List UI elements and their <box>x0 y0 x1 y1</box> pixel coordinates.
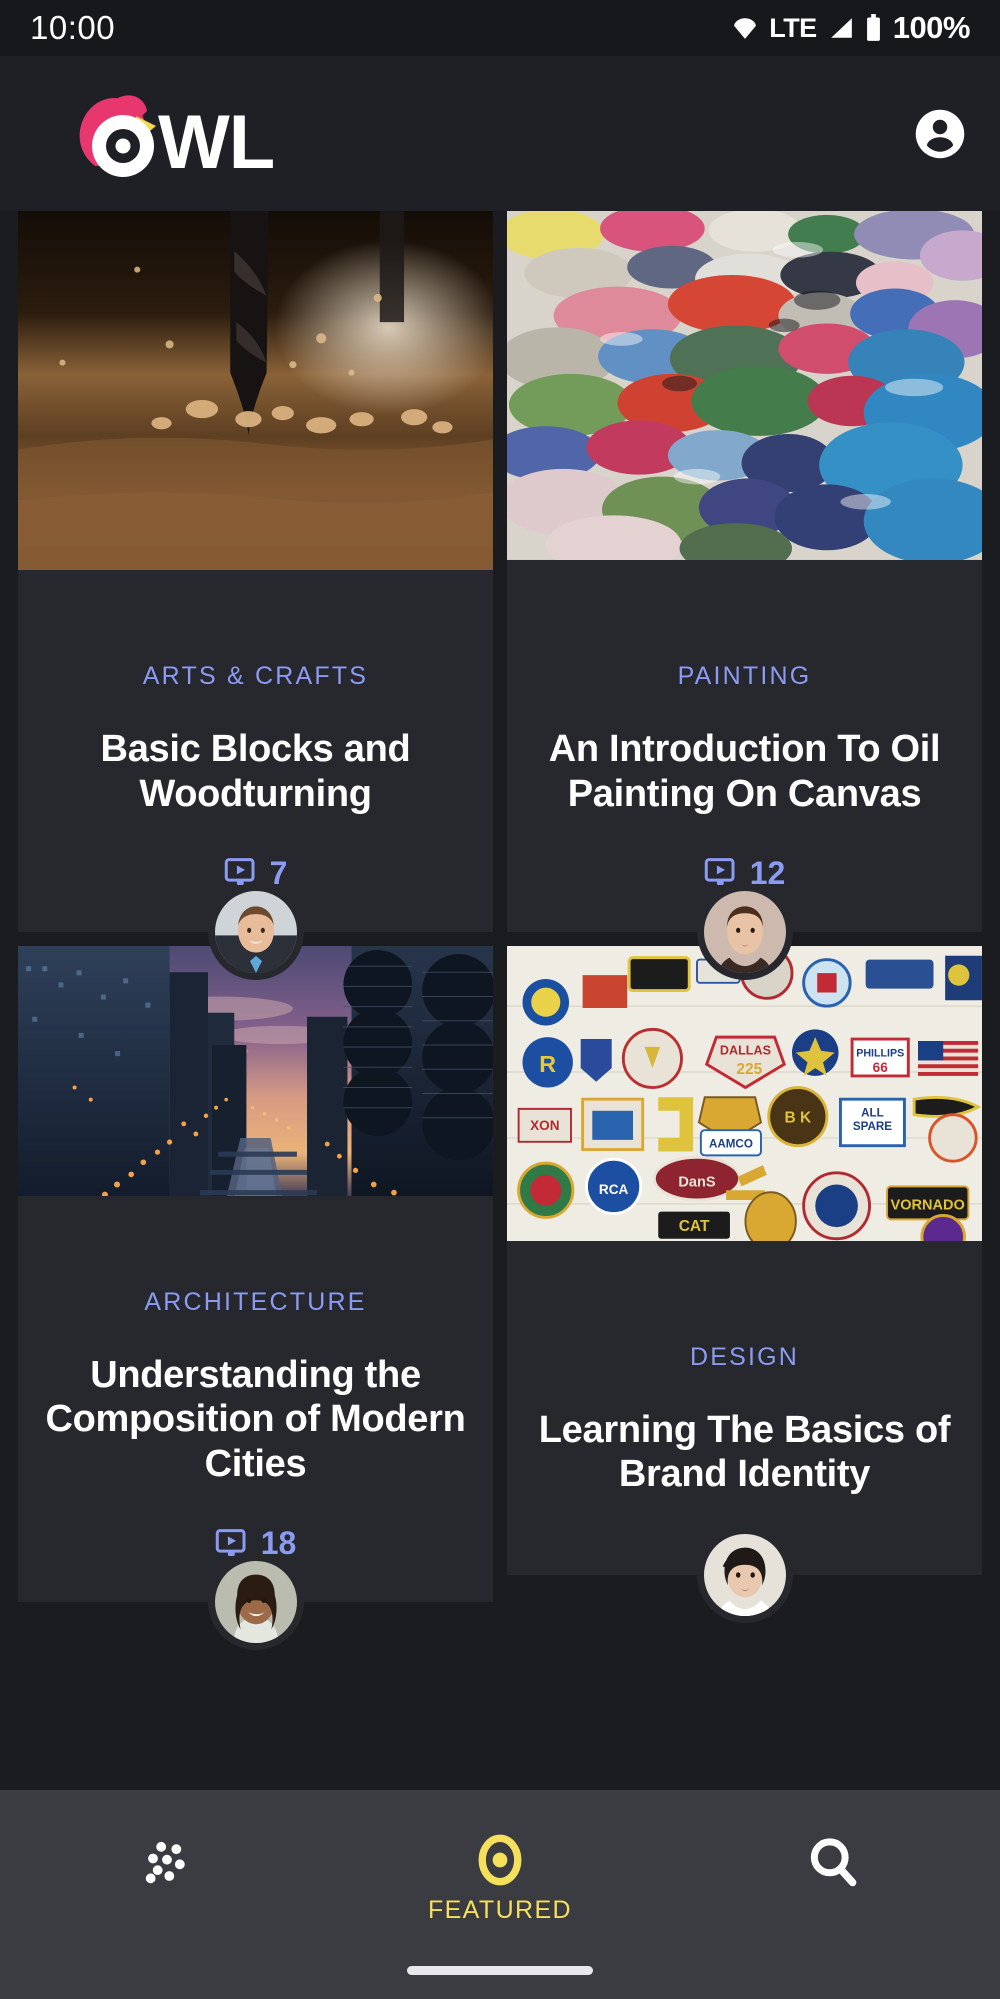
account-circle-icon[interactable] <box>912 106 968 162</box>
card-category[interactable]: DESIGN <box>690 1343 799 1372</box>
card-image[interactable]: R DALLAS 225 PHILLIPS 66 XON AAMCO B K A… <box>507 945 982 1251</box>
avatar-photo <box>214 1561 297 1644</box>
paint-palette-photo <box>507 211 982 560</box>
featured-feed: ARTS & CRAFTS Basic Blocks and Woodturni… <box>0 211 1000 1781</box>
status-bar: 10:00 LTE 100% <box>0 0 1000 56</box>
card-title: Learning The Basics of Brand Identity <box>538 1408 951 1496</box>
svg-text:RCA: RCA <box>599 1182 629 1197</box>
card-title: An Introduction To Oil Painting On Canva… <box>548 728 941 815</box>
nav-item-featured[interactable]: FEATURED <box>400 1834 600 1925</box>
avatar-photo <box>703 890 786 973</box>
svg-text:SPARE: SPARE <box>853 1120 892 1133</box>
avatar[interactable] <box>696 1527 793 1624</box>
nav-label-featured: FEATURED <box>427 1896 573 1924</box>
svg-text:CAT: CAT <box>679 1218 710 1235</box>
status-time: 10:00 <box>30 9 116 46</box>
svg-text:VORNADO: VORNADO <box>891 1197 965 1213</box>
app-header: WL <box>0 56 1000 211</box>
svg-text:WL: WL <box>158 100 274 184</box>
avatar-photo <box>703 1534 786 1617</box>
network-type-label: LTE <box>769 12 817 43</box>
card-image[interactable] <box>507 211 982 570</box>
card-title: Understanding the Composition of Modern … <box>45 1353 466 1486</box>
avatar[interactable] <box>696 883 793 980</box>
avatar-photo <box>214 890 297 973</box>
nav-item-browse[interactable] <box>67 1834 267 1900</box>
card-category[interactable]: ARCHITECTURE <box>144 1288 366 1317</box>
svg-text:R: R <box>539 1051 556 1077</box>
battery-percent-label: 100% <box>892 10 971 45</box>
signal-icon <box>830 18 852 38</box>
owl-logo[interactable]: WL <box>48 84 308 184</box>
video-monitor-icon <box>704 858 735 886</box>
patches-wall-photo: R DALLAS 225 PHILLIPS 66 XON AAMCO B K A… <box>507 945 982 1242</box>
feed-column-left: ARTS & CRAFTS Basic Blocks and Woodturni… <box>18 211 493 1781</box>
search-icon <box>811 1838 857 1887</box>
svg-text:DanS: DanS <box>678 1174 715 1190</box>
wifi-icon <box>734 18 757 39</box>
dots-grid-icon <box>145 1841 185 1884</box>
avatar[interactable] <box>207 883 304 980</box>
status-indicators: LTE 100% <box>732 10 971 46</box>
card-image[interactable] <box>18 211 493 570</box>
card-body: ARTS & CRAFTS Basic Blocks and Woodturni… <box>18 570 493 932</box>
video-monitor-icon <box>215 1528 246 1556</box>
svg-text:DALLAS: DALLAS <box>720 1043 771 1057</box>
course-card[interactable]: ARTS & CRAFTS Basic Blocks and Woodturni… <box>18 211 493 980</box>
svg-text:PHILLIPS: PHILLIPS <box>856 1047 904 1059</box>
card-title: Basic Blocks and Woodturning <box>100 728 411 815</box>
bottom-navigation: FEATURED <box>0 1790 1000 1999</box>
svg-text:XON: XON <box>530 1118 559 1133</box>
card-image[interactable] <box>18 945 493 1196</box>
owl-eye-icon <box>478 1834 522 1886</box>
svg-text:225: 225 <box>736 1061 762 1078</box>
battery-icon <box>866 14 880 41</box>
nav-item-search[interactable] <box>733 1834 933 1900</box>
owl-logo-icon: WL <box>79 94 275 184</box>
avatar[interactable] <box>207 1554 304 1651</box>
svg-text:66: 66 <box>873 1060 889 1075</box>
svg-text:ALL: ALL <box>861 1106 884 1119</box>
svg-text:B K: B K <box>784 1109 811 1126</box>
course-card[interactable]: ARCHITECTURE Understanding the Compositi… <box>18 945 493 1651</box>
svg-text:AAMCO: AAMCO <box>709 1137 753 1150</box>
card-category[interactable]: ARTS & CRAFTS <box>143 662 368 691</box>
card-body: PAINTING An Introduction To Oil Painting… <box>507 570 982 932</box>
feed-column-right: PAINTING An Introduction To Oil Painting… <box>507 211 982 1781</box>
course-card[interactable]: R DALLAS 225 PHILLIPS 66 XON AAMCO B K A… <box>507 945 982 1624</box>
card-category[interactable]: PAINTING <box>678 662 812 691</box>
card-body: ARCHITECTURE Understanding the Compositi… <box>18 1196 493 1602</box>
city-dusk-photo <box>18 945 493 1196</box>
drill-wood-photo <box>18 211 493 570</box>
home-indicator[interactable] <box>407 1966 593 1975</box>
course-card[interactable]: PAINTING An Introduction To Oil Painting… <box>507 211 982 980</box>
